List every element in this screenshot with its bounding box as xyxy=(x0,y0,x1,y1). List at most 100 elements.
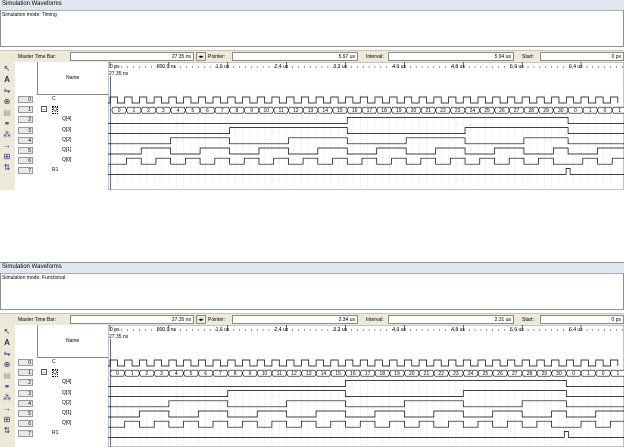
time-bar-arrows[interactable]: ◂▸ xyxy=(196,315,206,324)
binoculars-icon[interactable]: ⚭ xyxy=(1,382,13,392)
waveform-background xyxy=(108,325,624,447)
signal-row[interactable]: 4 Q[2] xyxy=(15,136,108,146)
pointer-field: 5.97 us xyxy=(232,52,358,61)
ruler-label: 3,2 us xyxy=(334,327,348,333)
bus-value: 16 xyxy=(350,371,356,377)
interval-label: Interval: xyxy=(366,317,384,323)
pointer-label: Pointer: xyxy=(208,54,226,60)
signal-name: R1 xyxy=(52,430,59,437)
zoom-icon[interactable]: ⊕ xyxy=(1,360,13,370)
waveform-display[interactable]: 0 ps 800,0 ns 1,6 us 2,4 us 3,2 us 4,0 us 4,8 … xyxy=(108,62,624,190)
bus-value: 21 xyxy=(425,108,431,114)
master-time-bar-field[interactable]: 27.35 ns xyxy=(70,315,194,324)
copy-icon[interactable]: ▤ xyxy=(1,108,13,118)
signal-row[interactable]: 7 R1 xyxy=(15,166,108,176)
zoom-icon[interactable]: ⊕ xyxy=(1,97,13,107)
signal-row[interactable]: 3 Q[3] xyxy=(15,389,108,399)
bus-value: 28 xyxy=(527,371,533,377)
text-icon[interactable]: A xyxy=(1,338,13,348)
bus-value: 8 xyxy=(234,371,237,377)
collapse-icon[interactable]: – xyxy=(41,106,47,113)
signal-row[interactable]: 6 Q[0] xyxy=(15,419,108,429)
bus-value: 0 xyxy=(602,371,605,377)
sort-icon[interactable]: ⁂ xyxy=(1,393,13,403)
simulation-mode-label: Simulation mode: Timing xyxy=(2,12,57,18)
ruler-label: 5,6 us xyxy=(510,64,524,70)
bus-value: 0 xyxy=(118,108,121,114)
start-label: Start: xyxy=(522,54,534,60)
interval-field: 5.94 us xyxy=(388,52,514,61)
binoculars-icon[interactable]: ⚭ xyxy=(1,119,13,129)
bus-value: 0 xyxy=(574,108,577,114)
bus-value: 6 xyxy=(204,371,207,377)
bus-value: 11 xyxy=(278,108,283,114)
signal-row[interactable]: 7 R1 xyxy=(15,429,108,439)
waveform-edit-icon[interactable]: ⇋ xyxy=(1,86,13,96)
signal-row[interactable]: 6 Q[0] xyxy=(15,156,108,166)
count-value-icon[interactable]: ⊞ xyxy=(1,415,13,425)
arrow-right-icon[interactable]: → xyxy=(1,404,13,414)
signal-name: R1 xyxy=(52,167,59,174)
signal-index: 5 xyxy=(18,147,33,154)
ruler-label: 1,6 us xyxy=(216,64,230,70)
signal-index: 0 xyxy=(18,359,33,366)
signal-row[interactable]: 4 Q[2] xyxy=(15,399,108,409)
az-sort-icon[interactable]: ⇅ xyxy=(1,163,13,173)
signal-index: 5 xyxy=(18,410,33,417)
master-time-bar-field[interactable]: 27.35 ns xyxy=(70,52,194,61)
bus-value: 16 xyxy=(352,108,358,114)
bus-value: 27 xyxy=(514,108,520,114)
ruler-label: 6,4 us xyxy=(569,64,583,70)
bus-value: 14 xyxy=(321,371,327,377)
bus-value: 19 xyxy=(394,371,400,377)
bus-value: 25 xyxy=(484,108,490,114)
signal-index: 1 xyxy=(18,106,33,114)
collapse-icon[interactable]: – xyxy=(41,369,47,376)
signal-row[interactable]: 2 Q[4] xyxy=(15,378,108,388)
window-title: Simulation Waveforms xyxy=(2,264,62,270)
sort-icon[interactable]: ⁂ xyxy=(1,130,13,140)
bus-value: 11 xyxy=(277,371,282,377)
signal-row[interactable]: 0C xyxy=(15,358,108,368)
az-sort-icon[interactable]: ⇅ xyxy=(1,426,13,436)
copy-icon[interactable]: ▤ xyxy=(1,371,13,381)
waveform-display[interactable]: 0 ps 800,0 ns 1,6 us 2,4 us 3,2 us 4,0 us 4,8 … xyxy=(108,325,624,447)
signal-name: Q[2] xyxy=(62,136,72,143)
signal-row[interactable]: 1 – Q xyxy=(15,105,108,115)
start-label: Start: xyxy=(522,317,534,323)
ruler-label: 800,0 ns xyxy=(157,327,177,333)
bus-value: 21 xyxy=(424,371,430,377)
signal-name: Q[4] xyxy=(62,379,72,386)
bus-value: 12 xyxy=(291,371,297,377)
pointer-icon[interactable]: ↖ xyxy=(1,327,13,337)
bus-value: 29 xyxy=(543,108,549,114)
signal-index: 2 xyxy=(18,116,33,124)
signal-name: Q[3] xyxy=(62,389,72,396)
text-icon[interactable]: A xyxy=(1,75,13,85)
interval-field: 2.31 us xyxy=(388,315,514,324)
ruler-label: 0 ps xyxy=(110,64,120,70)
bus-value: 24 xyxy=(470,108,476,114)
pointer-icon[interactable]: ↖ xyxy=(1,64,13,74)
arrow-right-icon[interactable]: → xyxy=(1,141,13,151)
signal-row[interactable]: 0C xyxy=(15,95,108,105)
signal-row[interactable]: 5 Q[1] xyxy=(15,409,108,419)
bus-value: 1 xyxy=(589,108,592,114)
master-time-cursor-label: 27.35 ns xyxy=(109,71,129,77)
signal-row[interactable]: 1 – Q xyxy=(15,368,108,378)
window-title: Simulation Waveforms xyxy=(2,1,62,7)
signal-name-column: Name 0 C 1– Q 2 Q[4] 3 Q[3] 4 Q[2] 5 Q[1] 6 Q[0] 7 R1 xyxy=(15,325,109,447)
signal-index: 7 xyxy=(18,167,33,175)
signal-row[interactable]: 5 Q[1] xyxy=(15,146,108,156)
signal-name: C xyxy=(52,359,56,365)
signal-row[interactable]: 2 Q[4] xyxy=(15,115,108,125)
bus-value: 1 xyxy=(618,108,621,114)
signal-row[interactable]: 3 Q[3] xyxy=(15,126,108,136)
signal-index: 4 xyxy=(18,399,33,407)
time-bar-arrows[interactable]: ◂▸ xyxy=(196,52,206,61)
waveform-edit-icon[interactable]: ⇋ xyxy=(1,349,13,359)
bus-value: 0 xyxy=(603,108,606,114)
bus-value: 17 xyxy=(367,108,373,114)
count-value-icon[interactable]: ⊞ xyxy=(1,152,13,162)
bus-value: 23 xyxy=(455,108,461,114)
